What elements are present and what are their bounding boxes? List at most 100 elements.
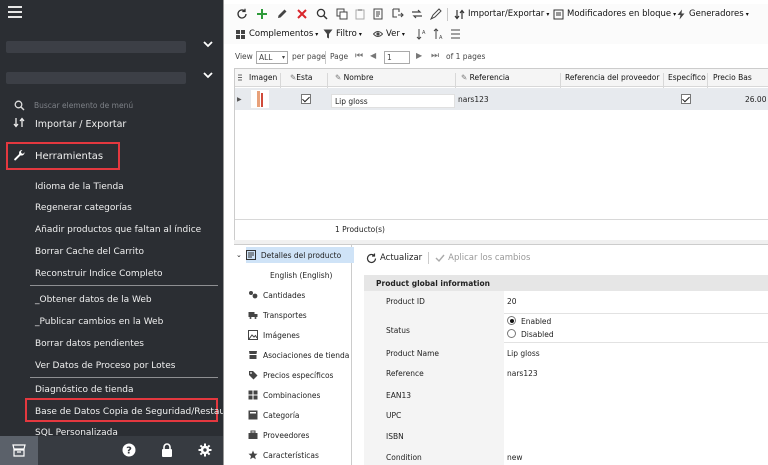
first-page-icon[interactable]: ⏮ [355, 51, 363, 61]
field-ean13[interactable]: EAN13 [364, 391, 768, 409]
tree-item-caracteristicas[interactable]: Características [248, 447, 319, 463]
col-nombre-label: Nombre [343, 73, 374, 82]
lock-icon[interactable] [161, 443, 173, 457]
paste-icon[interactable] [354, 7, 366, 21]
sidebar-item-idioma[interactable]: Idioma de la Tienda [0, 177, 223, 199]
bulk-edit-icon[interactable] [430, 7, 442, 21]
col-estado[interactable]: ✎Esta [290, 73, 312, 82]
apply-changes-button[interactable]: Aplicar los cambios [435, 253, 530, 263]
table-row[interactable]: ▶ Lip gloss nars123 26.00 [235, 88, 768, 110]
help-icon[interactable]: ? [122, 443, 136, 457]
next-page-icon[interactable]: ▶ [416, 51, 422, 60]
tree-item-detalles[interactable]: ⌄ Detalles del producto [236, 247, 341, 263]
sidebar-item-import-export[interactable]: Importar / Exportar [0, 114, 223, 130]
pencil-icon: ✎ [335, 73, 344, 82]
modifiers-label: Modificadores en bloque [567, 9, 672, 19]
sidebar-item-label: Base de Datos Copia de Seguridad/Restaur… [35, 407, 223, 417]
columns-icon[interactable] [450, 27, 461, 41]
col-precio-base[interactable]: Precio Bas [713, 73, 752, 82]
copy-icon[interactable] [336, 7, 348, 21]
generators-menu[interactable]: Generadores ▾ [676, 7, 749, 21]
name-cell[interactable]: Lip gloss [331, 94, 455, 108]
disabled-radio[interactable] [507, 329, 516, 338]
hamburger-menu-icon[interactable] [8, 6, 24, 20]
sidebar: Buscar elemento de menú Importar / Expor… [0, 0, 223, 465]
col-imagen[interactable]: Imagen [249, 73, 277, 82]
field-condition[interactable]: Condition new [364, 453, 768, 465]
duplicate-icon[interactable] [372, 7, 384, 21]
tree-item-imagenes[interactable]: Imágenes [248, 327, 300, 343]
tree-item-precios[interactable]: Precios específicos [248, 367, 333, 383]
sidebar-item-regenerar[interactable]: Regenerar categorías [0, 198, 223, 220]
view-count-select[interactable]: ALL ▾ [256, 51, 288, 64]
blurred-account-name [6, 41, 186, 53]
search-icon[interactable] [316, 7, 328, 21]
sidebar-item-obtener-datos[interactable]: _Obtener datos de la Web [0, 290, 223, 312]
sort-desc-icon[interactable]: A [433, 27, 444, 41]
specific-checkbox[interactable] [681, 94, 691, 104]
chevron-down-icon[interactable] [203, 40, 213, 51]
sidebar-item-label: Regenerar categorías [35, 203, 132, 213]
sync-icon[interactable] [411, 7, 423, 21]
page-number-input[interactable]: 1 [384, 51, 410, 64]
tree-item-asociaciones[interactable]: Asociaciones de tienda [248, 347, 349, 363]
col-referencia-proveedor[interactable]: Referencia del proveedor [565, 73, 659, 82]
col-referencia[interactable]: ✎ Referencia [461, 73, 510, 82]
tree-item-label: English (English) [270, 270, 333, 280]
svg-text:A: A [439, 35, 443, 41]
details-actions: Actualizar Aplicar los cambios [366, 252, 530, 264]
field-upc[interactable]: UPC [364, 411, 768, 429]
store-button[interactable] [0, 436, 38, 465]
field-product-name[interactable]: Product Name Lip gloss [364, 349, 768, 367]
view-menu[interactable]: Ver ▾ [373, 27, 405, 41]
sidebar-section-label: Herramientas [35, 151, 104, 162]
reference-value[interactable]: nars123 [458, 95, 489, 104]
tree-item-proveedores[interactable]: Proveedores [248, 427, 309, 443]
row-expand-icon[interactable]: ▶ [237, 96, 242, 103]
complements-menu[interactable]: Complementos ▾ [235, 27, 318, 41]
account-selector-1[interactable] [0, 33, 223, 61]
price-value[interactable]: 26.00 [745, 95, 766, 104]
sidebar-item-reconstruir-indice[interactable]: Reconstruir Indice Completo [0, 264, 223, 286]
prev-page-icon[interactable]: ◀ [370, 51, 376, 60]
field-label: EAN13 [386, 391, 412, 400]
tree-item-english[interactable]: English (English) [270, 267, 332, 283]
tree-item-combinaciones[interactable]: Combinaciones [248, 387, 320, 403]
status-checkbox[interactable] [301, 94, 311, 104]
account-selector-2[interactable] [0, 64, 223, 92]
sort-asc-icon[interactable]: A [416, 27, 427, 41]
delete-icon[interactable] [296, 7, 308, 21]
settings-icon[interactable] [198, 443, 212, 457]
bulk-modifiers-menu[interactable]: Modificadores en bloque ▾ [553, 7, 676, 21]
sidebar-item-borrar-pendientes[interactable]: Borrar datos pendientes [0, 334, 223, 356]
filter-menu[interactable]: Filtro ▾ [323, 27, 362, 41]
tree-item-categoria[interactable]: Categoría [248, 407, 300, 423]
last-page-icon[interactable]: ⏭ [431, 51, 439, 61]
move-icon[interactable] [392, 7, 404, 21]
sidebar-item-sql-personalizada[interactable]: SQL Personalizada [0, 424, 223, 436]
tree-item-transportes[interactable]: Transportes [248, 307, 307, 323]
edit-icon[interactable] [276, 7, 288, 21]
col-nombre[interactable]: ✎ Nombre [335, 73, 373, 82]
add-icon[interactable] [256, 7, 268, 21]
refresh-icon[interactable] [236, 7, 248, 21]
sidebar-item-backup-restore[interactable]: Base de Datos Copia de Seguridad/Restaur… [0, 402, 223, 424]
field-isbn[interactable]: ISBN [364, 432, 768, 450]
blurred-store-name [6, 72, 186, 84]
import-export-menu[interactable]: Importar/Exportar ▾ [454, 7, 549, 21]
chevron-down-icon[interactable] [203, 71, 213, 82]
col-especifico[interactable]: Específico [668, 73, 706, 82]
tree-item-cantidades[interactable]: Cantidades [248, 287, 305, 303]
sidebar-bottom-bar: ? [0, 436, 223, 465]
enabled-radio[interactable] [507, 316, 516, 325]
field-reference[interactable]: Reference nars123 [364, 369, 768, 387]
sidebar-item-publicar-cambios[interactable]: _Publicar cambios en la Web [0, 312, 223, 334]
refresh-button[interactable]: Actualizar [366, 253, 422, 264]
view-count-value: ALL [259, 53, 273, 62]
sidebar-section-herramientas[interactable]: Herramientas [0, 145, 223, 167]
menu-search[interactable]: Buscar elemento de menú [0, 98, 223, 114]
pencil-icon: ✎ [461, 73, 470, 82]
sidebar-item-anadir-productos[interactable]: Añadir productos que faltan al índice [0, 220, 223, 242]
sidebar-item-borrar-cache[interactable]: Borrar Cache del Carrito [0, 242, 223, 264]
sidebar-item-ver-datos-proceso[interactable]: Ver Datos de Proceso por Lotes [0, 356, 223, 378]
